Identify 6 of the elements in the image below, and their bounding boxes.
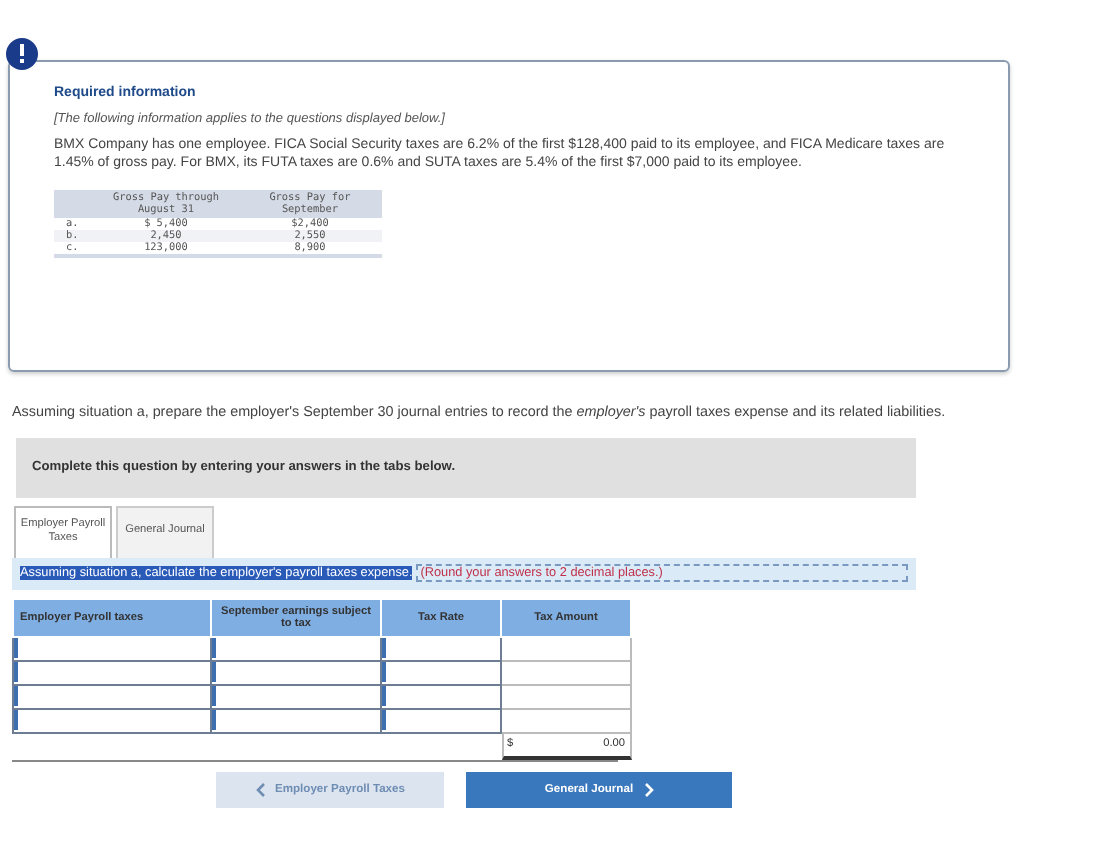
table-cell	[501, 684, 631, 709]
alert-icon	[6, 38, 38, 70]
chevron-left-icon	[255, 781, 265, 798]
table-cell	[501, 636, 631, 661]
table-cell	[501, 660, 631, 685]
chevron-right-icon	[643, 781, 654, 798]
